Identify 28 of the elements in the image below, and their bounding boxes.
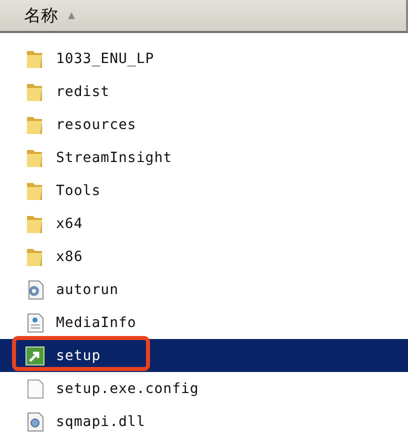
- file-row[interactable]: StreamInsight: [0, 141, 408, 174]
- file-row[interactable]: setup: [0, 339, 408, 372]
- column-header[interactable]: 名称 ▲: [0, 0, 408, 33]
- file-name: StreamInsight: [56, 150, 172, 166]
- file-name: resources: [56, 116, 136, 132]
- sort-arrow: ▲: [68, 10, 75, 20]
- file-name: x86: [56, 248, 83, 264]
- file-row[interactable]: x86: [0, 240, 408, 273]
- file-name: 1033_ENU_LP: [56, 50, 154, 66]
- file-name: redist: [56, 84, 110, 100]
- file-row[interactable]: sqmapi.dll: [0, 405, 408, 438]
- file-row[interactable]: resources: [0, 108, 408, 141]
- file-row[interactable]: MediaInfo: [0, 306, 408, 339]
- file-name: autorun: [56, 282, 119, 298]
- file-row[interactable]: redist: [0, 75, 408, 108]
- arrow-app-icon: [24, 344, 46, 366]
- file-row[interactable]: x64: [0, 207, 408, 240]
- file-name: setup: [56, 348, 101, 364]
- column-label: 名称: [24, 5, 58, 27]
- file-row[interactable]: Tools: [0, 174, 408, 207]
- file-name: x64: [56, 216, 83, 232]
- file-name: MediaInfo: [56, 314, 136, 330]
- file-row[interactable]: autorun: [0, 273, 408, 306]
- file-name: sqmapi.dll: [56, 414, 146, 430]
- file-name: setup.exe.config: [56, 380, 199, 396]
- file-row[interactable]: 1033_ENU_LP: [0, 42, 408, 75]
- file-name: Tools: [56, 182, 101, 198]
- file-row[interactable]: setup.exe.config: [0, 372, 408, 405]
